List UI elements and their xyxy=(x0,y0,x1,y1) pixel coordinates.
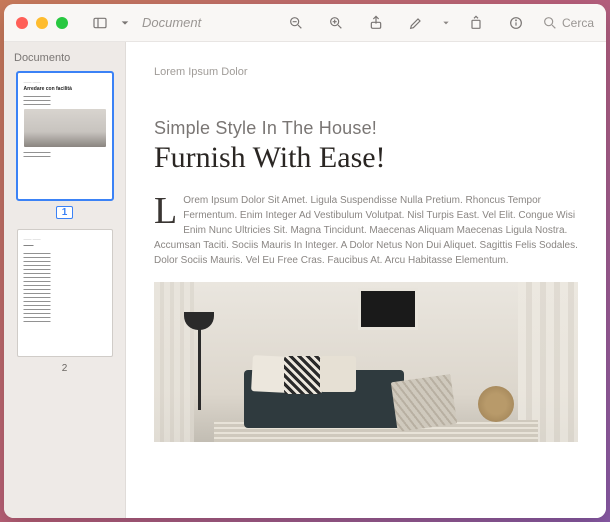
toolbar-right: Cerca xyxy=(282,10,594,36)
sidebar-title: Documento xyxy=(4,50,125,72)
document-title: Document xyxy=(142,15,201,30)
page-thumbnail-1[interactable]: —— —— Arredare con facilità ▬▬▬▬▬▬▬▬▬▬▬▬… xyxy=(17,72,113,200)
page-content: Lorem Ipsum Dolor Simple Style In The Ho… xyxy=(126,42,606,466)
page-running-header: Lorem Ipsum Dolor xyxy=(154,66,578,78)
titlebar: Document Cerca xyxy=(4,4,606,42)
search-icon xyxy=(542,15,558,31)
zoom-in-button[interactable] xyxy=(322,10,350,36)
info-button[interactable] xyxy=(502,10,530,36)
thumbnail-item[interactable]: —— —— Arredare con facilità ▬▬▬▬▬▬▬▬▬▬▬▬… xyxy=(4,72,125,219)
thumb-page-number: 1 xyxy=(56,206,74,219)
sidebar-view-group xyxy=(86,10,132,36)
article-body-text: Orem Ipsum Dolor Sit Amet. Ligula Suspen… xyxy=(154,195,578,266)
close-window-button[interactable] xyxy=(16,17,28,29)
app-window: Document Cerca xyxy=(4,4,606,518)
article-headline: Furnish With Ease! xyxy=(154,141,578,175)
chevron-down-icon xyxy=(442,19,450,27)
page-thumbnail-2[interactable]: —— —— —— ▬▬▬▬▬▬▬▬▬▬▬▬▬▬▬▬▬▬▬▬▬▬▬▬▬▬▬▬▬▬▬… xyxy=(17,229,113,357)
rotate-button[interactable] xyxy=(462,10,490,36)
traffic-lights xyxy=(16,17,68,29)
content-area: Documento —— —— Arredare con facilità ▬▬… xyxy=(4,42,606,518)
zoom-out-button[interactable] xyxy=(282,10,310,36)
thumb-title: Arredare con facilità xyxy=(24,86,106,92)
thumb-page-number: 2 xyxy=(62,363,68,374)
dropcap: L xyxy=(154,195,177,227)
article-photo xyxy=(154,282,578,442)
search-field[interactable]: Cerca xyxy=(542,15,594,31)
share-button[interactable] xyxy=(362,10,390,36)
sidebar-view-menu[interactable] xyxy=(118,10,132,36)
article-subtitle: Simple Style In The House! xyxy=(154,118,578,139)
article-body: LOrem Ipsum Dolor Sit Amet. Ligula Suspe… xyxy=(154,193,578,268)
minimize-window-button[interactable] xyxy=(36,17,48,29)
fullscreen-window-button[interactable] xyxy=(56,17,68,29)
document-viewport[interactable]: Lorem Ipsum Dolor Simple Style In The Ho… xyxy=(126,42,606,518)
thumbnail-item[interactable]: —— —— —— ▬▬▬▬▬▬▬▬▬▬▬▬▬▬▬▬▬▬▬▬▬▬▬▬▬▬▬▬▬▬▬… xyxy=(4,229,125,374)
thumbnails-sidebar: Documento —— —— Arredare con facilità ▬▬… xyxy=(4,42,126,518)
sidebar-toggle-button[interactable] xyxy=(86,10,114,36)
search-placeholder: Cerca xyxy=(562,16,594,30)
markup-button[interactable] xyxy=(402,10,430,36)
